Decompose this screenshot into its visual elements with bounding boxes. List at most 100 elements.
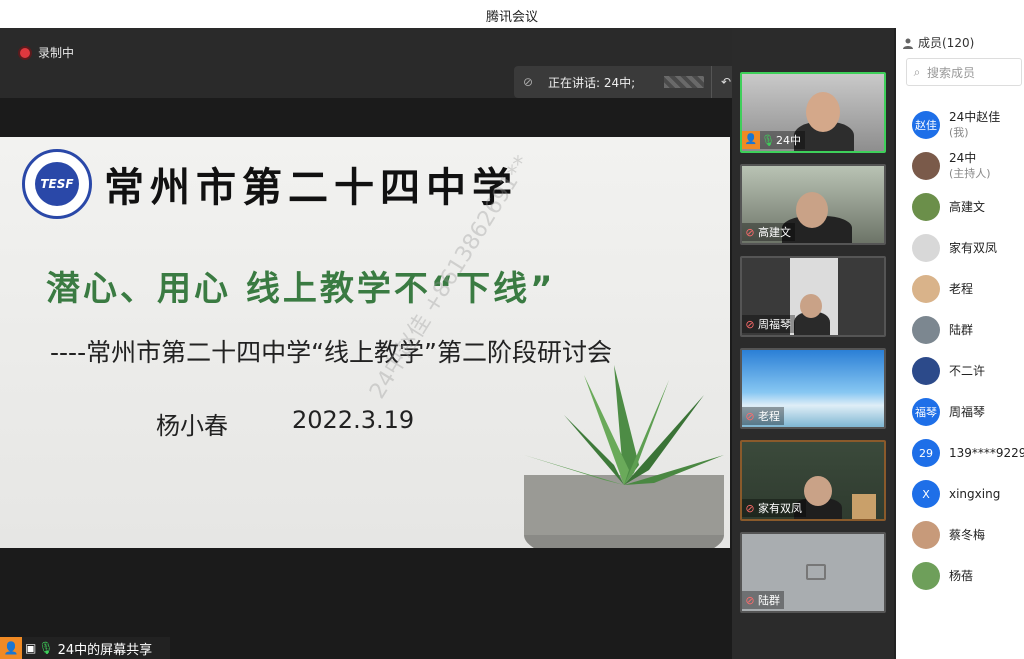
member-name: 蔡冬梅 <box>949 527 986 542</box>
member-info: 老程 <box>949 282 973 297</box>
person-icon <box>903 38 913 49</box>
participant-face <box>804 476 832 506</box>
tile-nameplate: ⊘ 陆群 <box>742 591 784 609</box>
member-name: 不二许 <box>949 363 986 378</box>
host-badge-icon: 👤 <box>742 131 760 149</box>
slide-headline: 潜心、用心 线上教学不“下线” <box>46 269 556 309</box>
member-avatar <box>912 316 940 344</box>
speaking-avatar-blur <box>664 76 704 88</box>
member-row[interactable]: 家有双凤 <box>912 231 1020 265</box>
members-header: 成员(120) <box>902 34 974 51</box>
member-avatar: 赵佳 <box>912 111 940 139</box>
video-tile[interactable]: ⊘ 周福琴 <box>740 256 886 337</box>
tile-nameplate: 👤 🎙 24中 <box>742 131 805 149</box>
member-row[interactable]: 杨蓓 <box>912 559 1020 593</box>
mic-muted-icon: ⊘ <box>745 225 755 239</box>
member-row[interactable]: 29 139****9229 <box>912 436 1024 470</box>
member-row[interactable]: 赵佳 24中赵佳 (我) <box>912 108 1020 142</box>
member-row[interactable]: 高建文 <box>912 190 1020 224</box>
speaking-label: 正在讲话: 24中; <box>548 75 636 90</box>
member-avatar <box>912 562 940 590</box>
bookshelf <box>852 494 876 519</box>
window-title: 腾讯会议 <box>485 10 538 25</box>
slide-date: 2022.3.19 <box>292 406 415 434</box>
tile-name: 老程 <box>758 410 780 423</box>
tile-nameplate: ⊘ 高建文 <box>742 223 795 241</box>
video-tile[interactable]: ⊘ 家有双凤 <box>740 440 886 521</box>
member-role: (主持人) <box>949 167 991 180</box>
screen-share-icon: ▣ <box>25 641 37 655</box>
member-name: 高建文 <box>949 199 986 214</box>
member-info: 24中赵佳 (我) <box>949 110 1000 140</box>
member-row[interactable]: 蔡冬梅 <box>912 518 1020 552</box>
mic-muted-icon: ⊘ <box>745 317 755 331</box>
video-tile[interactable]: ⊘ 高建文 <box>740 164 886 245</box>
members-panel: 成员(120) ⌕ 搜索成员 赵佳 24中赵佳 (我) 24中 (主持人) 高建文家有双凤… <box>896 28 1024 659</box>
member-avatar: 29 <box>912 439 940 467</box>
mic-muted-icon: ⊘ <box>745 593 755 607</box>
participant-face <box>806 92 840 132</box>
speaking-indicator: ⊘ 正在讲话: 24中; ↶ <box>514 66 740 98</box>
member-row[interactable]: Xxingxing <box>912 477 1020 511</box>
mic-on-icon: 🎙 <box>761 133 775 147</box>
school-logo: TESF <box>22 149 92 219</box>
member-row[interactable]: 不二许 <box>912 354 1020 388</box>
member-avatar: X <box>912 480 940 508</box>
tile-nameplate: ⊘ 家有双凤 <box>742 499 806 517</box>
tile-name: 高建文 <box>758 226 791 239</box>
member-search-input[interactable]: ⌕ 搜索成员 <box>906 58 1022 86</box>
video-tile[interactable]: ⊘ 老程 <box>740 348 886 429</box>
tile-name: 周福琴 <box>758 318 791 331</box>
member-name: 24中赵佳 <box>949 110 1001 124</box>
member-avatar: 福琴 <box>912 398 940 426</box>
member-info: 周福琴 <box>949 405 985 420</box>
member-info: xingxing <box>949 487 1000 502</box>
tile-nameplate: ⊘ 周福琴 <box>742 315 795 333</box>
member-info: 不二许 <box>949 364 985 379</box>
member-name: 陆群 <box>949 322 974 337</box>
member-info: 24中 (主持人) <box>949 151 991 181</box>
member-row[interactable]: 陆群 <box>912 313 1020 347</box>
succulent-plant-image <box>524 365 724 548</box>
member-info: 杨蓓 <box>949 569 973 584</box>
mic-muted-icon: ⊘ <box>745 409 755 423</box>
member-role: (我) <box>949 126 969 139</box>
member-avatar <box>912 193 940 221</box>
member-avatar <box>912 152 940 180</box>
member-avatar <box>912 521 940 549</box>
tile-nameplate: ⊘ 老程 <box>742 407 784 425</box>
member-row[interactable]: 老程 <box>912 272 1020 306</box>
video-tile[interactable]: 👤 🎙 24中 <box>740 72 886 153</box>
member-name: 老程 <box>949 281 974 296</box>
member-info: 高建文 <box>949 200 985 215</box>
slide-speaker: 杨小春 <box>156 412 228 440</box>
member-avatar <box>912 275 940 303</box>
member-row[interactable]: 福琴 周福琴 <box>912 395 1020 429</box>
member-info: 139****9229 <box>949 446 1024 461</box>
title-bar: 腾讯会议 <box>0 0 1024 28</box>
participant-face <box>796 192 828 228</box>
record-dot-icon <box>20 47 30 58</box>
member-name: xingxing <box>949 486 1001 501</box>
member-avatar <box>912 357 940 385</box>
tile-name: 家有双凤 <box>758 502 802 515</box>
member-row[interactable]: 24中 (主持人) <box>912 149 1020 183</box>
member-name: 家有双凤 <box>949 240 998 255</box>
member-name: 139****9229 <box>949 445 1024 460</box>
video-tile[interactable]: ⊘ 陆群 <box>740 532 886 613</box>
member-info: 陆群 <box>949 323 973 338</box>
mic-on-icon: 🎙 <box>38 641 54 655</box>
screen-share-bar: 👤 ▣ 🎙 24中的屏幕共享 <box>0 637 170 659</box>
search-placeholder: 搜索成员 <box>927 65 976 80</box>
search-icon: ⌕ <box>913 64 921 79</box>
mic-muted-icon: ⊘ <box>522 75 534 89</box>
participant-face <box>800 294 822 318</box>
tile-name: 24中 <box>776 134 801 147</box>
camera-off-icon <box>806 564 826 580</box>
recording-indicator[interactable]: 录制中 <box>20 44 74 61</box>
member-name: 杨蓓 <box>949 568 974 583</box>
member-info: 家有双凤 <box>949 241 997 256</box>
presentation-slide: TESF 常州市第二十四中学 潜心、用心 线上教学不“下线” ----常州市第二… <box>0 137 730 548</box>
presenter-avatar: 👤 <box>0 637 22 659</box>
member-avatar <box>912 234 940 262</box>
